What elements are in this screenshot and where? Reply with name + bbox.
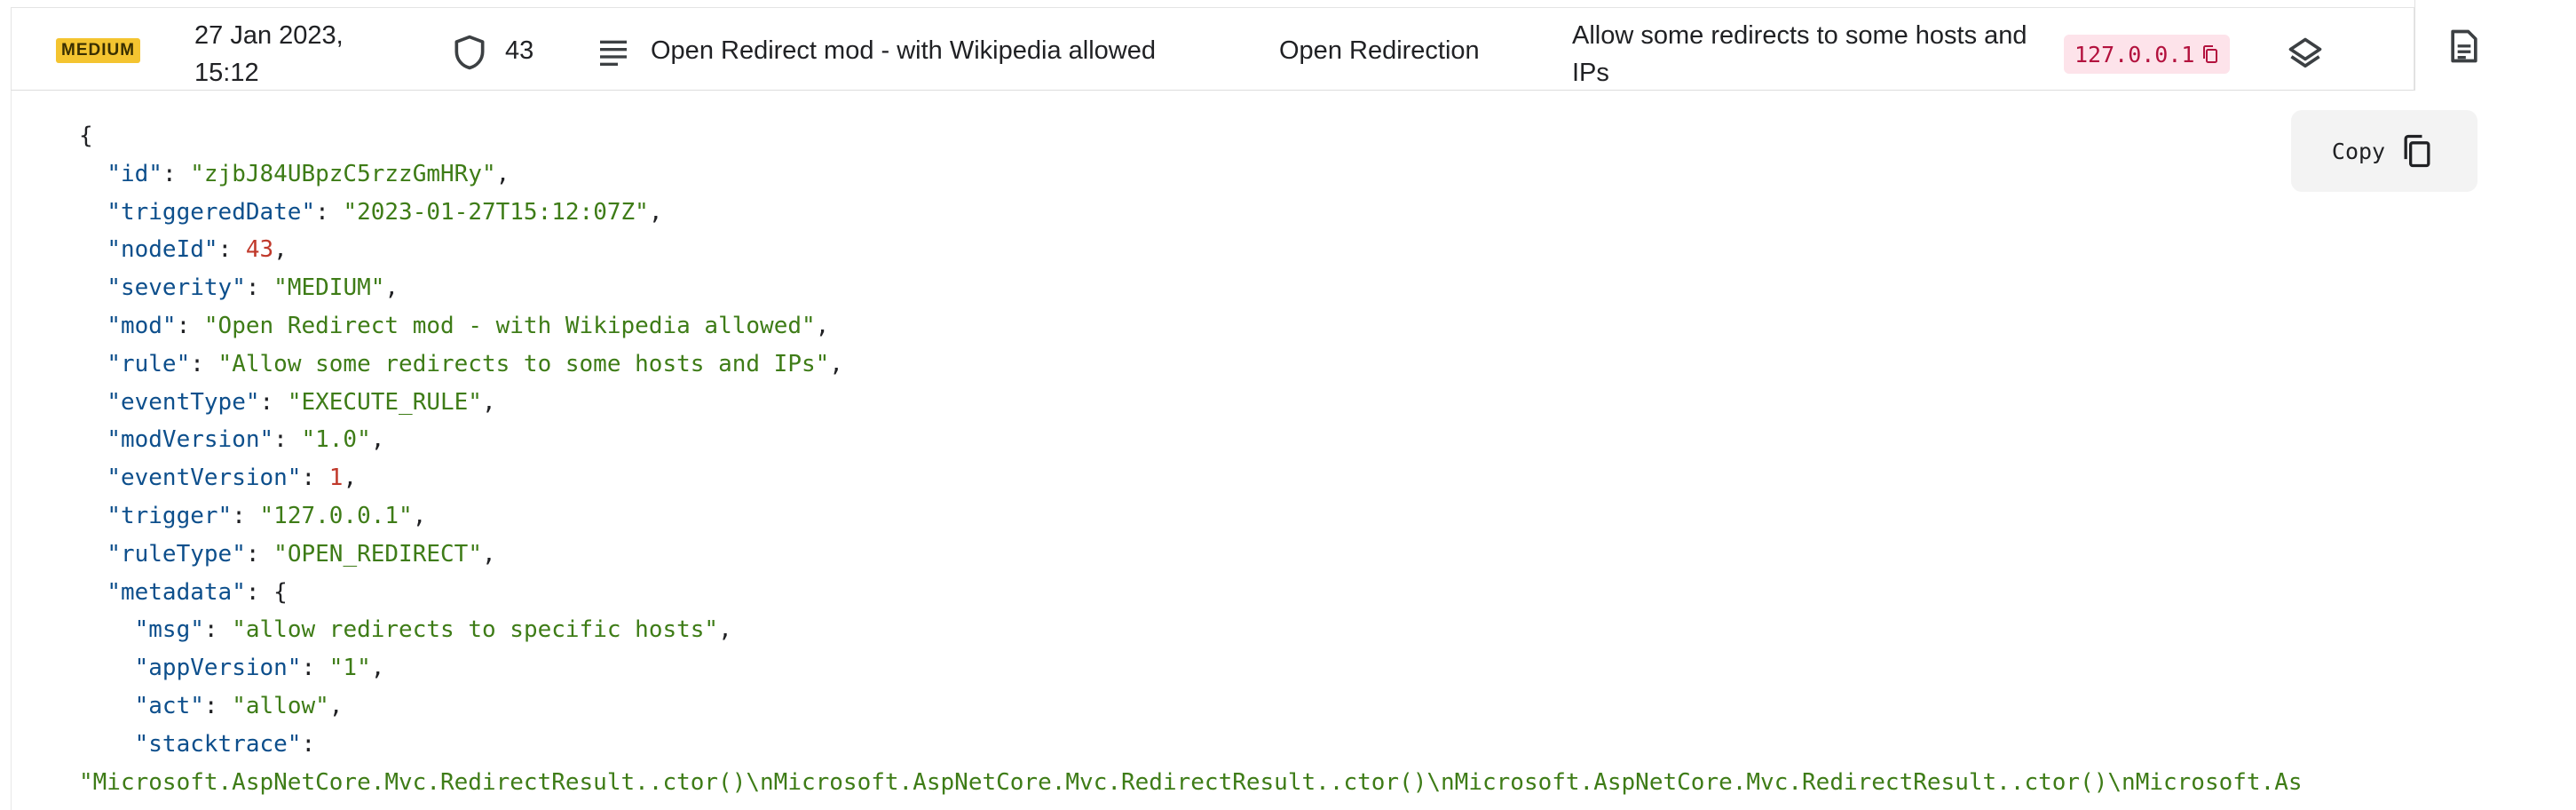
json-key: "severity": [107, 274, 246, 302]
json-key: "metadata": [107, 578, 246, 606]
event-date-day: 27 Jan 2023,: [194, 21, 344, 50]
json-value: "zjbJ84UBpzC5rzzGmHRy": [190, 160, 496, 187]
json-key: "mod": [107, 312, 177, 339]
rule-description: Allow some redirects to some hosts and I…: [1572, 17, 2034, 91]
json-value: "MEDIUM": [273, 274, 385, 302]
layers-icon[interactable]: [2286, 35, 2325, 74]
event-summary-row[interactable]: MEDIUM 27 Jan 2023, 15:12 43 Open Redire…: [11, 7, 2414, 91]
json-key: "id": [107, 160, 162, 187]
mod-name: Open Redirect mod - with Wikipedia allow…: [651, 36, 1156, 65]
json-value: 43: [245, 236, 274, 264]
node-id: 43: [505, 36, 534, 65]
json-value: "1": [328, 655, 371, 682]
json-key: "rule": [107, 350, 191, 377]
json-value: "127.0.0.1": [259, 502, 413, 529]
rule-type: Open Redirection: [1279, 36, 1480, 65]
json-key: "triggeredDate": [107, 198, 316, 226]
json-panel: { "id": "zjbJ84UBpzC5rzzGmHRy", "trigger…: [11, 91, 2576, 810]
event-viewer: MEDIUM 27 Jan 2023, 15:12 43 Open Redire…: [0, 0, 2576, 810]
json-key: "eventType": [107, 388, 260, 416]
json-value: "Allow some redirects to some hosts and …: [217, 350, 830, 377]
trigger-ip-chip[interactable]: 127.0.0.1: [2064, 35, 2231, 74]
severity-badge: MEDIUM: [56, 38, 141, 63]
json-value: "1.0": [301, 426, 371, 454]
json-value: {: [273, 578, 288, 606]
json-value: "allow redirects to specific hosts": [232, 616, 719, 644]
rule-description-line: IPs: [1572, 59, 1609, 87]
json-value: "allow": [232, 692, 329, 719]
json-value: "EXECUTE_RULE": [287, 388, 482, 416]
rule-description-line: Allow some redirects to some hosts and: [1572, 21, 2027, 50]
lines-icon: [596, 35, 631, 70]
json-key: "eventVersion": [107, 465, 302, 492]
trigger-ip: 127.0.0.1: [2074, 41, 2195, 68]
json-value: "Open Redirect mod - with Wikipedia allo…: [203, 312, 816, 339]
event-date-time: 15:12: [194, 59, 259, 87]
json-open-brace: {: [79, 123, 93, 149]
json-code: { "id": "zjbJ84UBpzC5rzzGmHRy", "trigger…: [79, 123, 2303, 796]
json-key: "nodeId": [107, 236, 218, 264]
json-key: "stacktrace": [134, 730, 302, 758]
event-date: 27 Jan 2023, 15:12: [194, 17, 399, 91]
json-key: "act": [134, 692, 204, 719]
json-key: "modVersion": [107, 426, 274, 454]
json-key: "msg": [134, 616, 204, 644]
json-view-tab[interactable]: [2414, 0, 2576, 91]
shield-icon: [450, 33, 489, 72]
json-value: "2023-01-27T15:12:07Z": [343, 198, 649, 226]
json-key: "trigger": [107, 502, 233, 529]
copy-icon[interactable]: [2200, 44, 2221, 65]
document-icon[interactable]: [2445, 27, 2484, 66]
json-value: "Microsoft.AspNetCore.Mvc.RedirectResult…: [79, 768, 2303, 796]
copy-button-label: Copy: [2331, 138, 2386, 164]
json-key: "appVersion": [134, 655, 302, 682]
json-value: "OPEN_REDIRECT": [273, 540, 482, 568]
copy-button[interactable]: Copy: [2291, 110, 2477, 192]
json-value: 1: [328, 465, 344, 492]
copy-icon: [2404, 134, 2430, 168]
json-key: "ruleType": [107, 540, 246, 568]
